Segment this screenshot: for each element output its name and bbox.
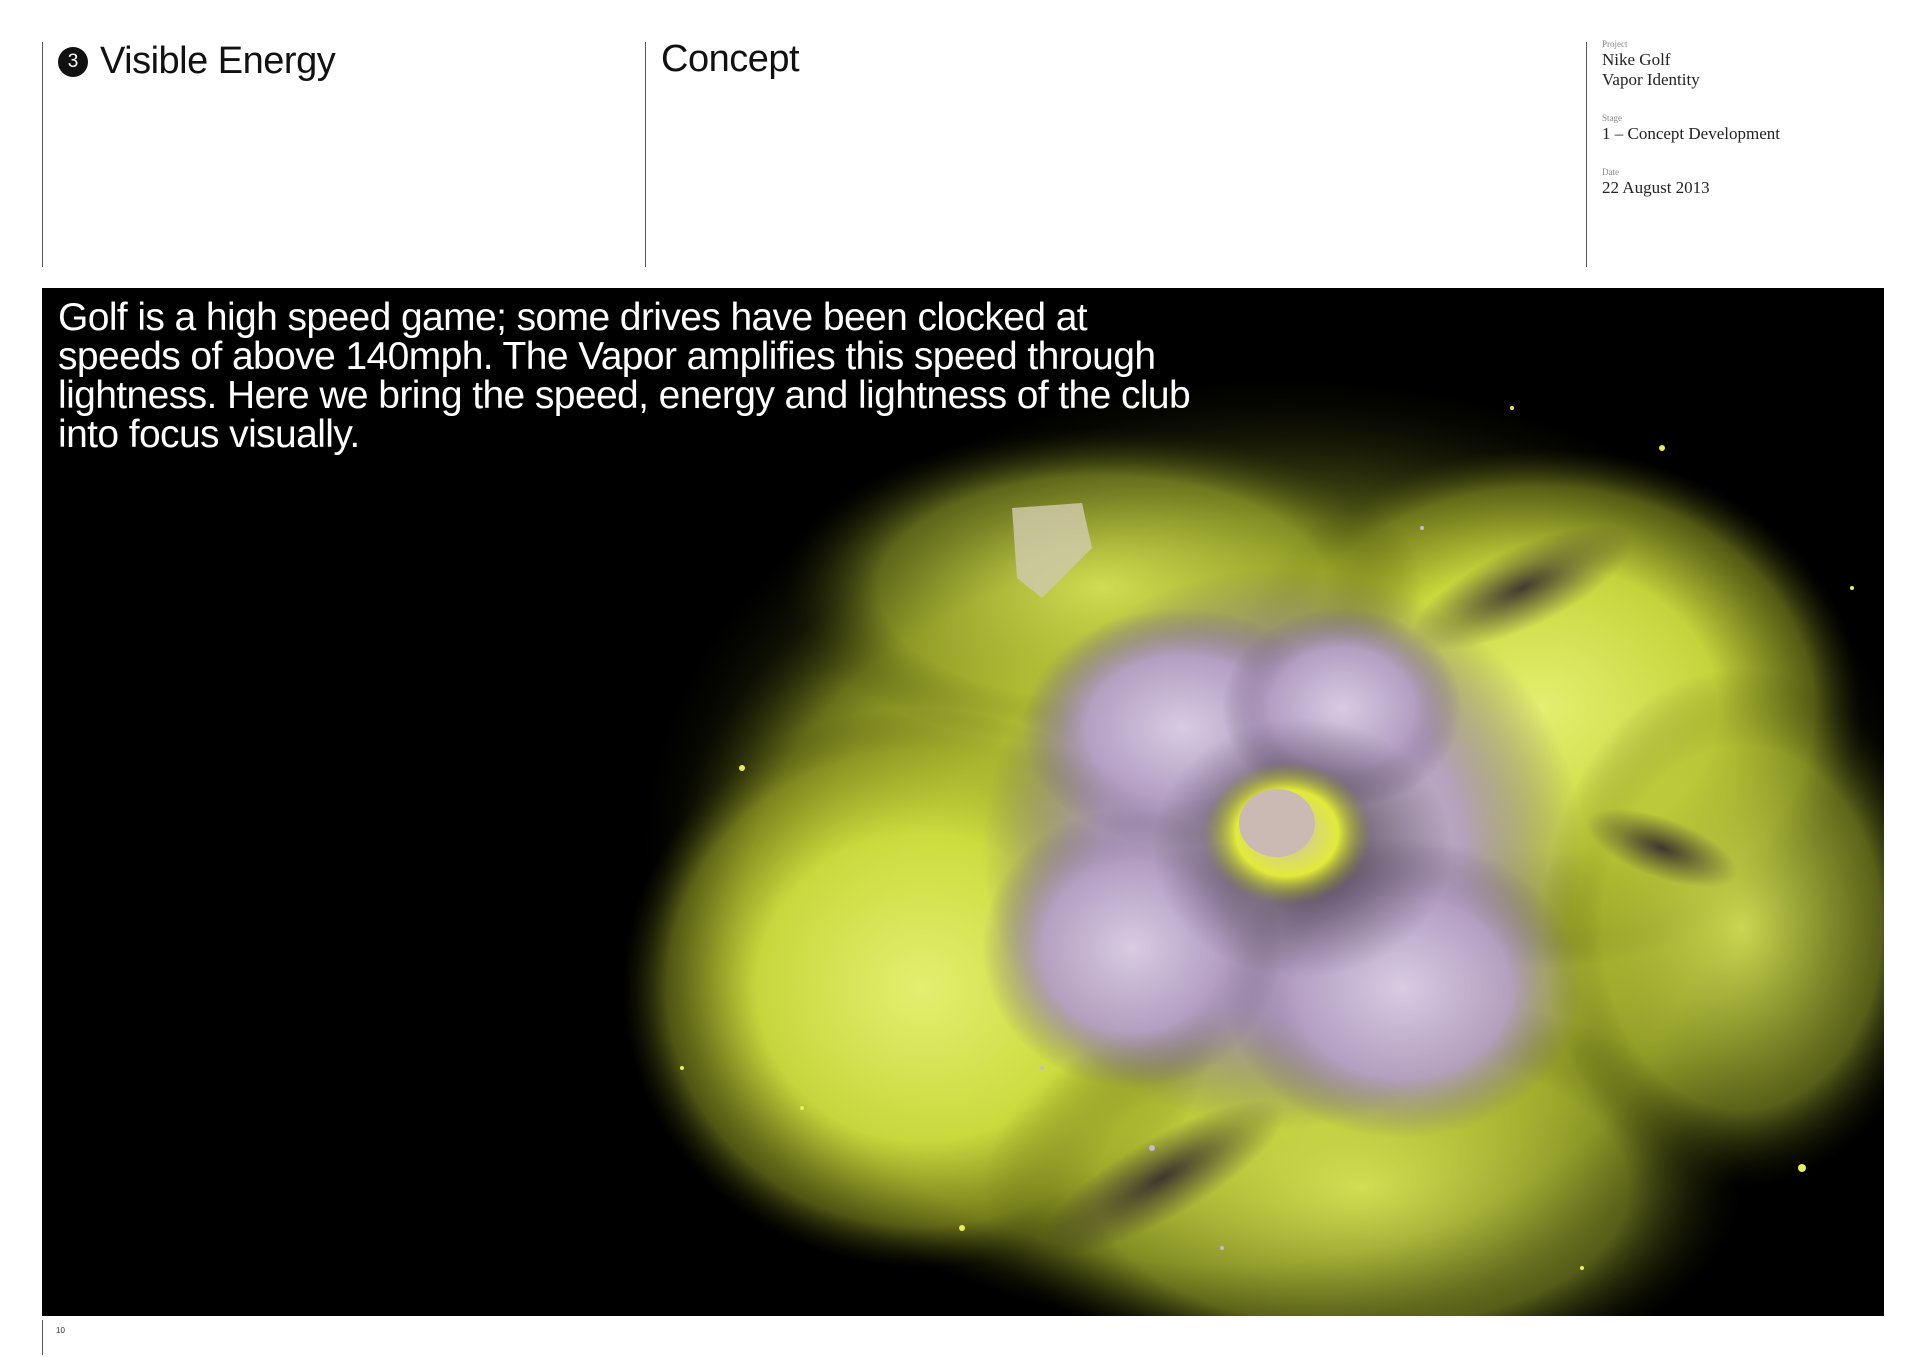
meta-panel: Project Nike Golf Vapor Identity Stage 1… [1602, 38, 1902, 220]
section-number-badge: 3 [58, 46, 88, 77]
meta-stage: Stage 1 – Concept Development [1602, 112, 1902, 144]
hero-image: Golf is a high speed game; some drives h… [42, 288, 1884, 1316]
page-number: 10 [56, 1326, 65, 1335]
meta-value: Nike Golf [1602, 50, 1671, 69]
column-title: Concept [661, 38, 800, 80]
column-divider [42, 42, 43, 267]
meta-label: Stage [1602, 113, 1622, 123]
column-divider [1586, 42, 1587, 267]
meta-label: Date [1602, 167, 1619, 177]
meta-date: Date 22 August 2013 [1602, 166, 1902, 198]
meta-value: Vapor Identity [1602, 70, 1700, 89]
section-heading: 3 Visible Energy [58, 40, 336, 83]
meta-project: Project Nike Golf Vapor Identity [1602, 38, 1902, 90]
column-divider [645, 42, 646, 267]
section-title: Visible Energy [100, 40, 336, 82]
meta-label: Project [1602, 39, 1628, 49]
meta-value: 1 – Concept Development [1602, 124, 1780, 143]
hero-description: Golf is a high speed game; some drives h… [58, 296, 1191, 456]
meta-value: 22 August 2013 [1602, 178, 1710, 197]
footer-divider [42, 1320, 43, 1355]
